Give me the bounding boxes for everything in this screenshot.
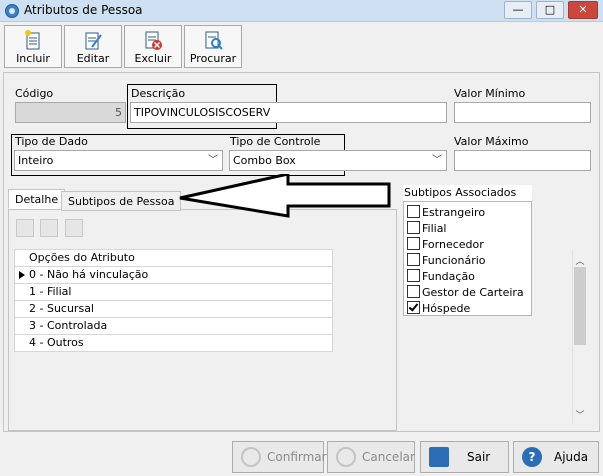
new-document-icon bbox=[25, 30, 40, 50]
check-icon bbox=[241, 447, 261, 467]
table-row[interactable]: 4 - Outros bbox=[14, 334, 333, 352]
options-table: Opções do Atributo 0 - Não há vinculação… bbox=[14, 249, 333, 352]
edit-icon[interactable] bbox=[40, 219, 58, 237]
tipo-controle-select[interactable]: Combo Box ﹀ bbox=[229, 150, 447, 171]
table-row[interactable]: 3 - Controlada bbox=[14, 317, 333, 335]
help-icon: ? bbox=[522, 447, 542, 467]
search-document-icon bbox=[205, 31, 223, 50]
subtypes-title: Subtipos Associados bbox=[403, 185, 532, 201]
valor-minimo-input[interactable] bbox=[454, 102, 591, 123]
minimize-button[interactable]: — bbox=[504, 1, 532, 19]
excluir-label: Excluir bbox=[134, 52, 172, 65]
table-row[interactable]: 1 - Filial bbox=[14, 283, 333, 301]
app-icon bbox=[5, 4, 19, 18]
scroll-down-icon[interactable]: ﹀ bbox=[573, 408, 587, 421]
checkbox[interactable] bbox=[407, 253, 420, 266]
codigo-label: Código bbox=[15, 87, 54, 100]
checkbox-checked[interactable] bbox=[407, 301, 420, 314]
list-item[interactable]: Estrangeiro bbox=[404, 205, 531, 221]
close-button[interactable]: ✕ bbox=[568, 1, 598, 19]
checkbox[interactable] bbox=[407, 221, 420, 234]
sair-button[interactable]: Sair bbox=[420, 441, 509, 473]
list-item[interactable]: Hóspede bbox=[404, 301, 531, 317]
cancel-icon bbox=[336, 447, 356, 467]
valor-maximo-label: Valor Máximo bbox=[454, 135, 529, 148]
options-table-header: Opções do Atributo bbox=[14, 249, 333, 267]
tipo-dado-label: Tipo de Dado bbox=[15, 135, 88, 148]
scroll-thumb[interactable] bbox=[574, 267, 586, 345]
incluir-label: Incluir bbox=[16, 52, 50, 65]
scroll-up-icon[interactable]: ︿ bbox=[573, 254, 587, 267]
incluir-button[interactable]: Incluir bbox=[4, 25, 62, 68]
tab-detalhe[interactable]: Detalhe bbox=[8, 189, 66, 209]
ajuda-button[interactable]: ? Ajuda bbox=[513, 441, 599, 473]
codigo-field: 5 bbox=[15, 102, 126, 123]
cancelar-button[interactable]: Cancelar bbox=[327, 441, 415, 473]
list-item[interactable]: Gestor de Carteira bbox=[404, 285, 531, 301]
tab-subtipos-de-pessoa[interactable]: Subtipos de Pessoa bbox=[61, 191, 182, 211]
procurar-label: Procurar bbox=[189, 52, 237, 65]
delete-document-icon bbox=[145, 31, 162, 50]
table-row[interactable]: 2 - Sucursal bbox=[14, 300, 333, 318]
exit-icon bbox=[429, 447, 449, 467]
valor-maximo-input[interactable] bbox=[454, 150, 591, 171]
table-row[interactable]: 0 - Não há vinculação bbox=[14, 266, 333, 284]
arrow-annotation bbox=[179, 174, 391, 218]
copy-icon[interactable] bbox=[16, 219, 34, 237]
delete-icon[interactable] bbox=[65, 219, 83, 237]
checkbox[interactable] bbox=[407, 205, 420, 218]
subtypes-list: Estrangeiro Filial Fornecedor Funcionári… bbox=[403, 201, 532, 316]
toolbar: Incluir Editar Excluir Procurar bbox=[0, 22, 603, 70]
editar-button[interactable]: Editar bbox=[64, 25, 122, 68]
tipo-controle-value: Combo Box bbox=[233, 154, 296, 167]
list-item[interactable]: Fundação bbox=[404, 269, 531, 285]
current-row-indicator-icon bbox=[19, 271, 25, 279]
list-item[interactable]: Fornecedor bbox=[404, 237, 531, 253]
descricao-input[interactable]: TIPOVINCULOSISCOSERV bbox=[130, 102, 447, 123]
editar-label: Editar bbox=[76, 52, 110, 65]
confirmar-button[interactable]: Confirmar bbox=[232, 441, 327, 473]
list-item[interactable]: Funcionário bbox=[404, 253, 531, 269]
checkbox[interactable] bbox=[407, 285, 420, 298]
valor-minimo-label: Valor Mínimo bbox=[454, 87, 526, 100]
maximize-button[interactable]: □ bbox=[536, 1, 564, 19]
procurar-button[interactable]: Procurar bbox=[184, 25, 242, 68]
descricao-label: Descrição bbox=[131, 87, 186, 100]
checkbox[interactable] bbox=[407, 269, 420, 282]
edit-document-icon bbox=[85, 32, 102, 50]
window-title: Atributos de Pessoa bbox=[24, 3, 143, 17]
chevron-down-icon: ﹀ bbox=[208, 155, 218, 166]
tipo-controle-label: Tipo de Controle bbox=[230, 135, 321, 148]
tipo-dado-value: Inteiro bbox=[18, 154, 54, 167]
checkbox[interactable] bbox=[407, 237, 420, 250]
chevron-down-icon: ﹀ bbox=[432, 155, 442, 166]
title-bar: Atributos de Pessoa — □ ✕ bbox=[0, 0, 603, 22]
list-item[interactable]: Filial bbox=[404, 221, 531, 237]
excluir-button[interactable]: Excluir bbox=[124, 25, 182, 68]
tipo-dado-select[interactable]: Inteiro ﹀ bbox=[14, 150, 223, 171]
